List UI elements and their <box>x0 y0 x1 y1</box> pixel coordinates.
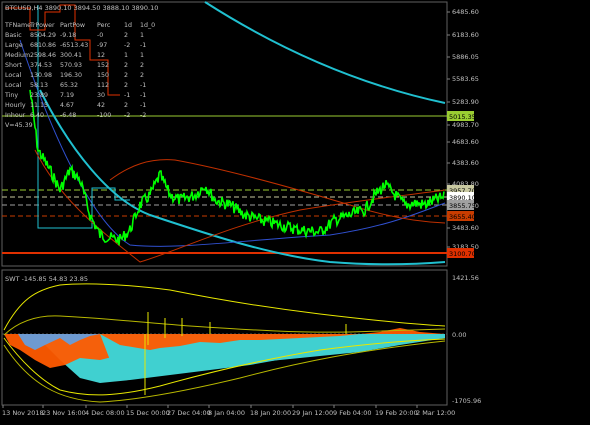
table-cell: Tiny <box>4 92 18 99</box>
table-cell: -1 <box>140 42 146 49</box>
table-cell: 2 <box>124 82 128 89</box>
price-tag-label: 5015.35 <box>449 113 476 121</box>
time-axis-label: 9 Feb 04:00 <box>333 409 372 417</box>
table-cell: 1 <box>140 32 144 39</box>
table-cell: 196.30 <box>60 72 82 79</box>
price-tag-label: 3655.40 <box>449 213 476 221</box>
table-cell: 2 <box>124 32 128 39</box>
price-tick-label: 6183.60 <box>452 31 479 39</box>
time-axis-label: 27 Dec 04:00 <box>167 409 211 417</box>
table-cell: 42 <box>97 102 105 109</box>
table-cell: 2 <box>124 62 128 69</box>
table-cell: -1 <box>124 92 130 99</box>
table-footer: V=45.39 <box>5 122 33 129</box>
table-cell: Hourly <box>5 102 26 109</box>
table-cell: Large <box>5 42 23 49</box>
indicator-axis-label: 1421.56 <box>452 274 479 282</box>
table-cell: 65.32 <box>60 82 78 89</box>
table-cell: 112 <box>97 82 109 89</box>
table-cell: 2 <box>124 102 128 109</box>
trading-chart[interactable]: 6485.60 6183.60 5886.05 5583.65 5283.90 4983.… <box>0 0 590 421</box>
indicator-label: SWT -145.85 54.83 23.85 <box>5 275 88 283</box>
price-tick-label: 4383.60 <box>452 159 479 167</box>
table-cell: 11.15 <box>30 102 48 109</box>
table-cell: 2 <box>124 72 128 79</box>
table-header: PartPow <box>60 22 85 29</box>
table-cell: 6.40 <box>30 112 44 119</box>
price-tick-label: 5886.05 <box>452 53 479 61</box>
table-cell: -100 <box>97 112 111 119</box>
table-cell: -9.18 <box>60 32 76 39</box>
indicator-axis: 1421.56 0.00 -1705.96 <box>452 274 481 405</box>
table-cell: 6810.86 <box>30 42 56 49</box>
indicator-axis-label: 0.00 <box>452 331 466 339</box>
time-axis-label: 13 Nov 2018 <box>2 409 44 417</box>
table-cell: 570.93 <box>60 62 82 69</box>
table-cell: -2 <box>124 42 130 49</box>
table-cell: 7.19 <box>60 92 74 99</box>
symbol-header: BTCUSD,H4 3890.10 3894.50 3888.10 3890.1… <box>5 4 158 12</box>
table-cell: Basic <box>5 32 22 39</box>
table-cell: 1 <box>140 52 144 59</box>
time-axis-label: 23 Nov 16:00 <box>42 409 86 417</box>
time-axis-label: 15 Dec 00:00 <box>126 409 170 417</box>
table-cell: Medium <box>5 52 30 59</box>
table-header: TrPower <box>29 22 55 29</box>
table-cell: 4.67 <box>60 102 74 109</box>
time-axis-label: 29 Jan 12:00 <box>292 409 333 417</box>
table-cell: 2 <box>140 62 144 69</box>
table-cell: Short <box>5 62 22 69</box>
price-tick-label: 4983.70 <box>452 121 479 129</box>
price-tick-label: 5283.90 <box>452 98 479 106</box>
table-cell: -0 <box>97 32 103 39</box>
table-cell: 130.98 <box>30 72 52 79</box>
table-cell: 30 <box>97 92 105 99</box>
price-tick-label: 4683.60 <box>452 138 479 146</box>
price-tick-label: 3483.60 <box>452 224 479 232</box>
table-cell: 2598.46 <box>30 52 56 59</box>
time-axis-label: 18 Jan 20:00 <box>250 409 291 417</box>
table-cell: 300.41 <box>60 52 82 59</box>
table-cell: 2 <box>140 72 144 79</box>
time-axis-label: 8 Jan 04:00 <box>208 409 245 417</box>
table-cell: 12 <box>97 52 105 59</box>
time-axis: 13 Nov 201823 Nov 16:00 4 Dec 08:00 15 Dec… <box>2 405 455 417</box>
table-cell: Inhour <box>5 112 26 119</box>
table-cell: -1 <box>140 82 146 89</box>
table-header: Perc <box>97 22 111 29</box>
table-cell: 150 <box>97 72 109 79</box>
time-axis-label: 2 Mar 12:00 <box>416 409 455 417</box>
table-cell: 23.89 <box>30 92 48 99</box>
table-cell: -1 <box>140 92 146 99</box>
table-cell: 58.13 <box>30 82 48 89</box>
price-tick-label: 6485.60 <box>452 8 479 16</box>
table-cell: 8504.29 <box>30 32 56 39</box>
price-tick-label: 5583.65 <box>452 75 479 83</box>
time-axis-label: 4 Dec 08:00 <box>85 409 125 417</box>
table-cell: -1 <box>140 102 146 109</box>
table-cell: -6513.43 <box>60 42 88 49</box>
table-header: TFName <box>4 22 31 29</box>
table-cell: -6.48 <box>60 112 76 119</box>
table-header: 1d <box>124 22 132 29</box>
table-cell: -2 <box>140 112 146 119</box>
table-cell: 1 <box>124 52 128 59</box>
indicator-axis-label: -1705.96 <box>452 397 481 405</box>
time-axis-label: 19 Feb 20:00 <box>375 409 418 417</box>
table-cell: Local <box>5 82 22 89</box>
table-cell: -97 <box>97 42 107 49</box>
price-tag-label: 3855.75 <box>449 202 476 210</box>
table-header: 1d_0 <box>140 22 155 29</box>
table-cell: Local <box>5 72 22 79</box>
price-tag-label: 3100.70 <box>449 250 476 258</box>
table-cell: -2 <box>124 112 130 119</box>
table-cell: 374.53 <box>30 62 52 69</box>
table-cell: 152 <box>97 62 109 69</box>
